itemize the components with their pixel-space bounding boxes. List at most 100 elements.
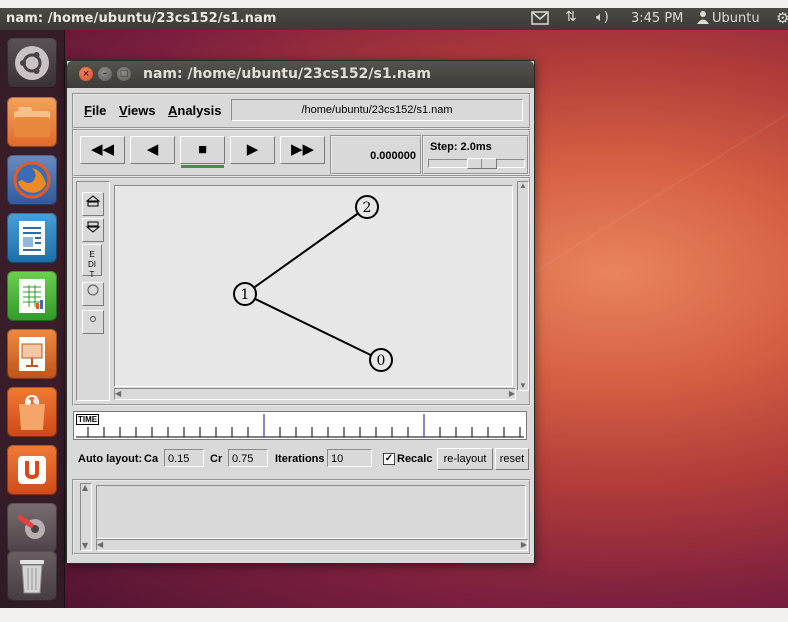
annotation-panel: ▲ ▼ ◀ ▶ — [72, 479, 531, 555]
minimize-window-button[interactable]: – — [98, 67, 112, 81]
zoom-in-button[interactable] — [82, 192, 104, 216]
canvas-horizontal-scrollbar[interactable]: ◀ ▶ — [114, 388, 516, 400]
system-settings-launcher-button[interactable] — [7, 503, 57, 553]
play-forward-button[interactable]: ▶ — [230, 136, 275, 164]
scroll-up-icon[interactable]: ▲ — [82, 484, 88, 492]
network-canvas[interactable]: 0 1 2 — [114, 185, 513, 387]
node-2[interactable]: 2 — [355, 195, 379, 219]
link-1-2[interactable] — [244, 206, 368, 295]
scroll-right-icon[interactable]: ▶ — [521, 541, 527, 549]
edit-label: EDIT — [88, 250, 96, 279]
impress-launcher-button[interactable] — [7, 329, 57, 379]
folder-icon — [14, 107, 50, 137]
software-center-launcher-button[interactable] — [7, 387, 57, 437]
annotation-vertical-scrollbar[interactable]: ▲ ▼ — [80, 483, 92, 551]
node-label: 2 — [363, 200, 372, 216]
mail-icon[interactable] — [531, 11, 549, 25]
zoom-in-icon — [85, 195, 101, 207]
playback-control-bar: ◀◀ ◀ ■ ▶ ▶▶ 0.000000 Step: 2.0ms — [72, 129, 531, 177]
iterations-label: Iterations — [275, 453, 325, 465]
step-label: Step: 2.0ms — [430, 141, 492, 153]
node-large-button[interactable] — [82, 282, 104, 306]
maximize-window-button[interactable]: □ — [117, 67, 131, 81]
stop-icon: ■ — [197, 141, 208, 158]
node-label: 1 — [241, 287, 250, 303]
trash-icon — [20, 560, 44, 594]
time-slider[interactable]: TIME — [73, 411, 527, 440]
step-slider-thumb[interactable] — [467, 158, 497, 169]
ca-input[interactable]: 0.15 — [164, 449, 204, 467]
play-icon: ▶ — [246, 141, 259, 158]
menu-bar: File Views Analysis /home/ubuntu/23cs152… — [72, 93, 531, 129]
scroll-up-icon[interactable]: ▲ — [519, 182, 527, 190]
shopping-bag-icon — [19, 394, 45, 430]
clock[interactable]: 3:45 PM — [631, 11, 683, 26]
impress-presentation-icon — [19, 337, 45, 371]
firefox-launcher-button[interactable] — [7, 155, 57, 205]
scroll-down-icon[interactable]: ▼ — [519, 382, 527, 390]
recalc-label: Recalc — [397, 453, 433, 465]
canvas-vertical-scrollbar[interactable]: ▲ ▼ — [517, 181, 529, 391]
network-topology: 0 1 2 — [233, 195, 393, 372]
annotation-horizontal-scrollbar[interactable]: ◀ ▶ — [96, 539, 528, 551]
ubuntu-one-launcher-button[interactable] — [7, 445, 57, 495]
node-0[interactable]: 0 — [369, 348, 393, 372]
dash-home-button[interactable] — [7, 38, 57, 88]
scroll-down-icon[interactable]: ▼ — [82, 542, 88, 550]
iterations-input[interactable]: 10 — [327, 449, 372, 467]
gear-icon[interactable]: ⚙ — [776, 9, 788, 27]
calc-launcher-button[interactable] — [7, 271, 57, 321]
node-1[interactable]: 1 — [233, 282, 257, 306]
reset-button[interactable]: reset — [495, 448, 529, 470]
stop-active-indicator — [181, 165, 224, 168]
animation-area: EDIT 0 1 2 ▲ ▼ ◀ ▶ — [72, 177, 531, 406]
close-icon: × — [82, 69, 90, 79]
menu-analysis[interactable]: Analysis — [168, 103, 221, 118]
ubuntu-logo-icon — [15, 46, 49, 80]
network-icon[interactable]: ⇅ — [565, 9, 577, 25]
writer-launcher-button[interactable] — [7, 213, 57, 263]
calc-spreadsheet-icon — [19, 279, 45, 313]
minimize-icon: – — [102, 69, 108, 79]
time-display: 0.000000 — [330, 135, 422, 175]
circle-small-icon — [90, 316, 96, 322]
writer-document-icon — [19, 221, 45, 255]
close-window-button[interactable]: × — [79, 67, 93, 81]
rewind-button[interactable]: ◀◀ — [80, 136, 125, 164]
step-slider[interactable] — [428, 158, 525, 169]
recalc-checkbox[interactable]: ✓ — [383, 453, 395, 465]
auto-layout-bar: Auto layout: Ca 0.15 Cr 0.75 Iterations … — [72, 446, 529, 472]
annotation-list[interactable] — [96, 485, 526, 539]
checkmark-icon: ✓ — [384, 453, 394, 464]
timeline-ticks — [76, 414, 524, 438]
trash-launcher-button[interactable] — [7, 551, 57, 601]
top-panel: nam: /home/ubuntu/23cs152/s1.nam ⇅ 🔈︎) 3… — [0, 8, 788, 30]
scroll-right-icon[interactable]: ▶ — [509, 390, 515, 398]
circle-large-icon — [87, 284, 99, 296]
cr-input[interactable]: 0.75 — [228, 449, 268, 467]
scroll-left-icon[interactable]: ◀ — [97, 541, 103, 549]
fast-forward-button[interactable]: ▶▶ — [280, 136, 325, 164]
zoom-out-button[interactable] — [82, 218, 104, 242]
volume-icon[interactable]: 🔈︎) — [596, 10, 609, 25]
nam-window: × – □ nam: /home/ubuntu/23cs152/s1.nam F… — [66, 60, 535, 564]
play-backward-button[interactable]: ◀ — [130, 136, 175, 164]
window-title: nam: /home/ubuntu/23cs152/s1.nam — [143, 66, 431, 82]
menu-views[interactable]: Views — [119, 103, 156, 118]
link-1-0[interactable] — [244, 293, 382, 361]
time-marker[interactable]: TIME — [76, 414, 100, 425]
user-name[interactable]: Ubuntu — [712, 11, 760, 26]
scroll-left-icon[interactable]: ◀ — [115, 390, 121, 398]
zoom-out-icon — [85, 221, 101, 233]
edit-button[interactable]: EDIT — [82, 244, 102, 279]
node-small-button[interactable] — [82, 310, 104, 334]
user-icon[interactable] — [697, 10, 709, 28]
maximize-icon: □ — [119, 69, 129, 79]
menu-file[interactable]: File — [84, 103, 106, 118]
stop-button[interactable]: ■ — [180, 136, 225, 168]
files-launcher-button[interactable] — [7, 97, 57, 147]
firefox-icon — [13, 161, 51, 199]
relayout-button[interactable]: re-layout — [437, 448, 493, 470]
window-titlebar[interactable]: × – □ nam: /home/ubuntu/23cs152/s1.nam — [67, 61, 534, 88]
launcher — [0, 30, 65, 608]
